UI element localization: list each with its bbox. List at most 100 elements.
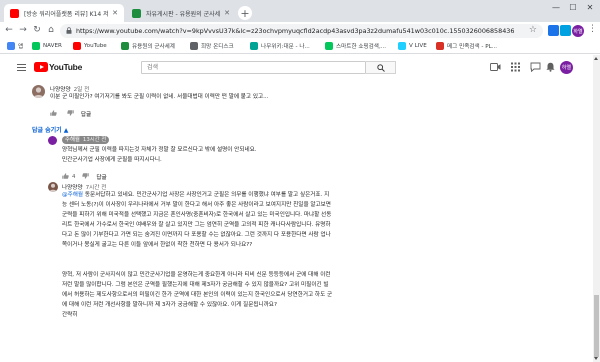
dislike-icon[interactable] (82, 173, 90, 181)
reply-button[interactable]: 답글 (96, 173, 106, 181)
search-button[interactable] (366, 61, 396, 74)
owner-badge[interactable]: 주해월 13시간 전 (62, 136, 110, 144)
extension-1-icon[interactable] (548, 25, 559, 36)
bookmark-label: 앱 (18, 44, 24, 50)
profile-avatar[interactable]: 하엘 (572, 25, 584, 37)
reply-timestamp[interactable]: 13시간 전 (83, 137, 106, 143)
reply-text-line: 에 대해 이런 저런 개선사항을 말하니까 제 3자가 궁금해할 수 있잖아요.… (62, 302, 277, 308)
comments-section: 나양양양 2일 전 이분 군 미필인가? 여기저기를 봐도 군필 이력이 없네. … (0, 81, 593, 362)
forward-icon[interactable]: → (17, 25, 29, 35)
comment-author-avatar[interactable] (32, 85, 45, 98)
lock-icon (66, 27, 72, 34)
apps-grid-icon[interactable] (510, 62, 521, 72)
reply-author-avatar[interactable] (48, 136, 57, 145)
home-icon[interactable]: ⌂ (45, 25, 57, 35)
bookmark-apps[interactable]: 앱 (7, 42, 23, 50)
scroll-up-arrow-icon[interactable] (594, 57, 598, 60)
bookmarks-bar: 앱 NAVER YouTube 유용원의 군사세계 희망 온디스크 나무위키:대… (0, 40, 600, 54)
reply-text-line: 쪽이거나 몽실게 굴고는 다른 이들 앞에서 한없이 착한 천하면 다 용서가 … (62, 242, 253, 248)
youtube-wordmark: YouTube (49, 62, 82, 72)
dislike-icon[interactable] (67, 110, 74, 118)
minimize-icon[interactable]: — (548, 3, 564, 12)
back-icon[interactable]: ← (3, 25, 15, 35)
site-favicon-icon (250, 42, 258, 50)
reply-text-line: 다고 돈 많이 기부한다고 가면 되는 숨겨진 이면까지 다 포용할 수는 없잖… (62, 232, 331, 238)
tab-forum[interactable]: 자유게시판 - 유용원의 군사세계 ✕ (126, 4, 236, 22)
reply-text-line: 양혁님께서 군필 이력을 따지는것 자체가 정말 잘 묘르신다고 밖에 설명이 … (62, 147, 257, 153)
bookmark-label: NAVER (43, 43, 62, 49)
bookmark-youtube[interactable]: YouTube (73, 42, 107, 50)
site-favicon-icon (121, 42, 129, 50)
browser-toolbar: ← → ↻ ⌂ https://www.youtube.com/watch?v=… (0, 22, 600, 40)
bookmark-shopping[interactable]: 스마트한 쇼핑검색,... (325, 42, 386, 50)
bookmark-star-icon[interactable]: ☆ (529, 25, 537, 35)
youtube-logo[interactable]: YouTube (34, 62, 82, 72)
notifications-bell-icon[interactable] (545, 62, 556, 72)
bookmark-label: V LIVE (409, 43, 427, 49)
reply-text-line: 양혁, 저 사람이 군사지식이 많고 민간군사기업을 운영하는게 중요한게 아니… (62, 272, 331, 278)
create-video-icon[interactable] (490, 62, 501, 72)
youtube-play-icon (34, 62, 48, 72)
naver-icon (32, 42, 40, 50)
extension-2-icon[interactable] (560, 25, 571, 36)
tab-title: [방송 워리어플랫폼 리뷰] K14 저 (24, 10, 109, 18)
hamburger-menu-icon[interactable] (17, 64, 26, 73)
address-bar[interactable]: https://www.youtube.com/watch?v=9kpVvvsU… (60, 24, 543, 38)
apps-grid-icon (7, 42, 15, 50)
reply-text-line: @주해월 동문서답하고 있네요. 민간군사기업 사장은 사장인거고 군필은 의무… (62, 191, 329, 201)
url-text: https://www.youtube.com/watch?v=9kpVvvsU… (76, 27, 515, 35)
bookmark-ondisk[interactable]: 희망 온디스크 (190, 42, 234, 50)
bookmark-namuwiki[interactable]: 나무위키:대문 - 나... (250, 42, 310, 50)
reply-actions: 4 답글 (62, 173, 107, 181)
youtube-icon (73, 42, 81, 50)
bookmark-military-world[interactable]: 유용원의 군사세계 (121, 42, 175, 50)
vlive-icon (398, 42, 406, 50)
show-less-button[interactable]: 간략히 (62, 311, 77, 321)
maximize-icon[interactable]: ☐ (565, 3, 581, 12)
youtube-account-avatar[interactable]: 하엘 (560, 61, 573, 74)
bookmark-label: 유용원의 군사세계 (132, 44, 175, 50)
comment-text: 이분 군 미필인가? 여기저기를 봐도 군필 이력이 없네. 서울대법대 이력만… (50, 94, 269, 100)
reply-author[interactable]: 나양양양 7시간 전 (62, 183, 106, 191)
like-count: 4 (72, 174, 76, 180)
reply-text-line: 리트 한국에서 가수로서 한국인 여배우와 잘 살고 있지만 그는 엄연히 군역… (62, 222, 331, 228)
youtube-masthead: YouTube 하엘 (0, 55, 593, 81)
search-icon (376, 63, 385, 72)
hide-replies-button[interactable]: 답글 숨기기 ▲ (32, 125, 68, 134)
scroll-down-arrow-icon[interactable] (594, 357, 598, 360)
comment-actions: 답글 (50, 110, 91, 118)
like-icon[interactable] (62, 173, 69, 181)
bookmark-vlive[interactable]: V LIVE (398, 42, 427, 50)
close-tab-icon[interactable]: ✕ (224, 9, 230, 17)
bookmark-naver[interactable]: NAVER (32, 42, 62, 50)
reply-text-line: 민간군사기업 사장에게 군필을 따지시다니. (62, 157, 162, 163)
messages-icon[interactable] (530, 62, 541, 72)
close-window-icon[interactable]: ✕ (582, 3, 598, 12)
reply-button[interactable]: 답글 (81, 110, 91, 118)
mention-link[interactable]: @주해월 (62, 192, 83, 198)
reply-text-line: 저런 말을 많이합니다. 그럼 본인은 군역을 필했는지에 대해 제3자가 궁금… (62, 282, 329, 288)
tab-youtube[interactable]: [방송 워리어플랫폼 리뷰] K14 저 ✕ (4, 4, 124, 22)
site-favicon-icon (436, 42, 444, 50)
comment-author[interactable]: 나양양양 2일 전 (50, 85, 89, 93)
bookmark-label: 스마트한 쇼핑검색,... (336, 44, 387, 50)
reply-text-line: 능 센터 노동(?)이 이사장이 우리나라에서 거부 말이 한다고 해서 아주 … (62, 202, 331, 208)
browser-menu-icon[interactable]: ⋮ (588, 24, 597, 34)
close-tab-icon[interactable]: ✕ (112, 9, 118, 17)
bookmark-label: 메그 민족검색 - PL... (447, 44, 498, 50)
bookmark-label: YouTube (84, 43, 107, 49)
search-input[interactable] (141, 61, 366, 74)
user-silhouette-icon (49, 183, 57, 192)
reply-author-avatar[interactable] (48, 182, 58, 192)
scrollbar-thumb[interactable] (594, 295, 599, 357)
like-icon[interactable] (50, 110, 57, 118)
reload-icon[interactable]: ↻ (31, 25, 43, 35)
bookmark-search[interactable]: 메그 민족검색 - PL... (436, 42, 497, 50)
reply-text-line-content: 동문서답하고 있네요. 민간군사기업 사장은 사장인거고 군필은 의무를 이행했… (83, 192, 330, 198)
page-scrollbar[interactable] (593, 55, 600, 362)
new-tab-button[interactable]: + (238, 6, 252, 20)
forum-favicon-icon (132, 8, 141, 18)
bookmark-label: 나무위키:대문 - 나... (261, 44, 310, 50)
site-favicon-icon (190, 42, 198, 50)
reply-author-name[interactable]: 주해월 (65, 137, 80, 143)
